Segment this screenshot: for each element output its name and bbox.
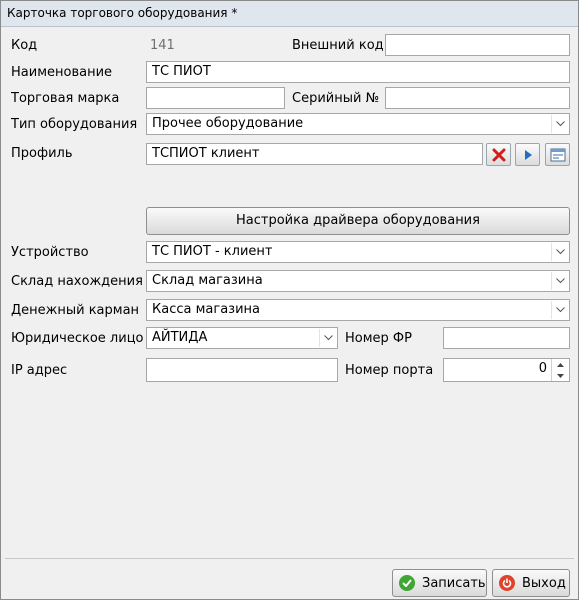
save-label: Записать (422, 575, 486, 591)
legal-entity-label: Юридическое лицо (11, 331, 144, 346)
port-spinner[interactable]: 0 (443, 358, 570, 382)
ip-input[interactable] (146, 358, 338, 382)
exit-label: Выход (522, 575, 566, 591)
external-code-input[interactable] (385, 34, 570, 56)
equipment-type-select[interactable]: Прочее оборудование (146, 113, 570, 135)
footer-divider (5, 558, 574, 559)
chevron-down-icon[interactable] (551, 115, 568, 133)
trademark-label: Торговая марка (11, 91, 120, 106)
ip-label: IP адрес (11, 363, 68, 378)
exit-button[interactable]: Выход (492, 569, 570, 597)
port-label: Номер порта (345, 363, 434, 378)
profile-input[interactable]: ТСПИОТ клиент (146, 143, 483, 165)
cash-pocket-label: Денежный карман (11, 303, 140, 318)
port-value: 0 (538, 361, 547, 376)
serial-label: Серийный № (292, 91, 380, 106)
fr-number-input[interactable] (443, 327, 570, 349)
checkmark-icon (399, 575, 415, 591)
spin-up-icon[interactable] (552, 359, 569, 370)
code-label: Код (11, 38, 38, 53)
legal-entity-value: АЙТИДА (152, 330, 208, 345)
save-button[interactable]: Записать (392, 569, 487, 597)
chevron-down-icon[interactable] (319, 329, 336, 347)
warehouse-value: Склад магазина (152, 273, 263, 288)
chevron-down-icon[interactable] (551, 272, 568, 290)
warehouse-select[interactable]: Склад магазина (146, 270, 570, 292)
cash-pocket-value: Касса магазина (152, 302, 260, 317)
equipment-card-window: Карточка торгового оборудования * Код 14… (0, 0, 579, 600)
cash-pocket-select[interactable]: Касса магазина (146, 299, 570, 321)
device-value: ТС ПИОТ - клиент (152, 244, 273, 259)
code-value: 141 (150, 38, 175, 53)
external-code-label: Внешний код (292, 38, 384, 53)
spinner-arrows (551, 359, 569, 381)
profile-label: Профиль (11, 146, 73, 161)
chevron-down-icon[interactable] (551, 301, 568, 319)
trademark-input[interactable] (146, 87, 285, 109)
equipment-type-value: Прочее оборудование (152, 116, 304, 131)
serial-input[interactable] (385, 87, 570, 109)
name-label: Наименование (11, 65, 113, 80)
spin-down-icon[interactable] (552, 370, 569, 381)
window-title: Карточка торгового оборудования * (7, 6, 238, 20)
equipment-type-label: Тип оборудования (11, 117, 138, 132)
open-profile-button[interactable] (515, 143, 540, 166)
clear-profile-button[interactable] (486, 143, 511, 166)
legal-entity-select[interactable]: АЙТИДА (146, 327, 338, 349)
device-select[interactable]: ТС ПИОТ - клиент (146, 241, 570, 263)
driver-settings-button[interactable]: Настройка драйвера оборудования (146, 207, 570, 235)
window-form-icon (550, 148, 565, 161)
fr-number-label: Номер ФР (345, 331, 412, 346)
device-label: Устройство (11, 245, 89, 260)
power-icon (499, 575, 515, 591)
profile-form-button[interactable] (545, 143, 570, 166)
play-arrow-icon (524, 149, 532, 160)
title-bar: Карточка торгового оборудования * (1, 1, 578, 27)
red-x-icon (492, 148, 505, 161)
name-input[interactable]: ТС ПИОТ (146, 61, 570, 83)
chevron-down-icon[interactable] (551, 243, 568, 261)
warehouse-label: Склад нахождения (11, 274, 143, 289)
